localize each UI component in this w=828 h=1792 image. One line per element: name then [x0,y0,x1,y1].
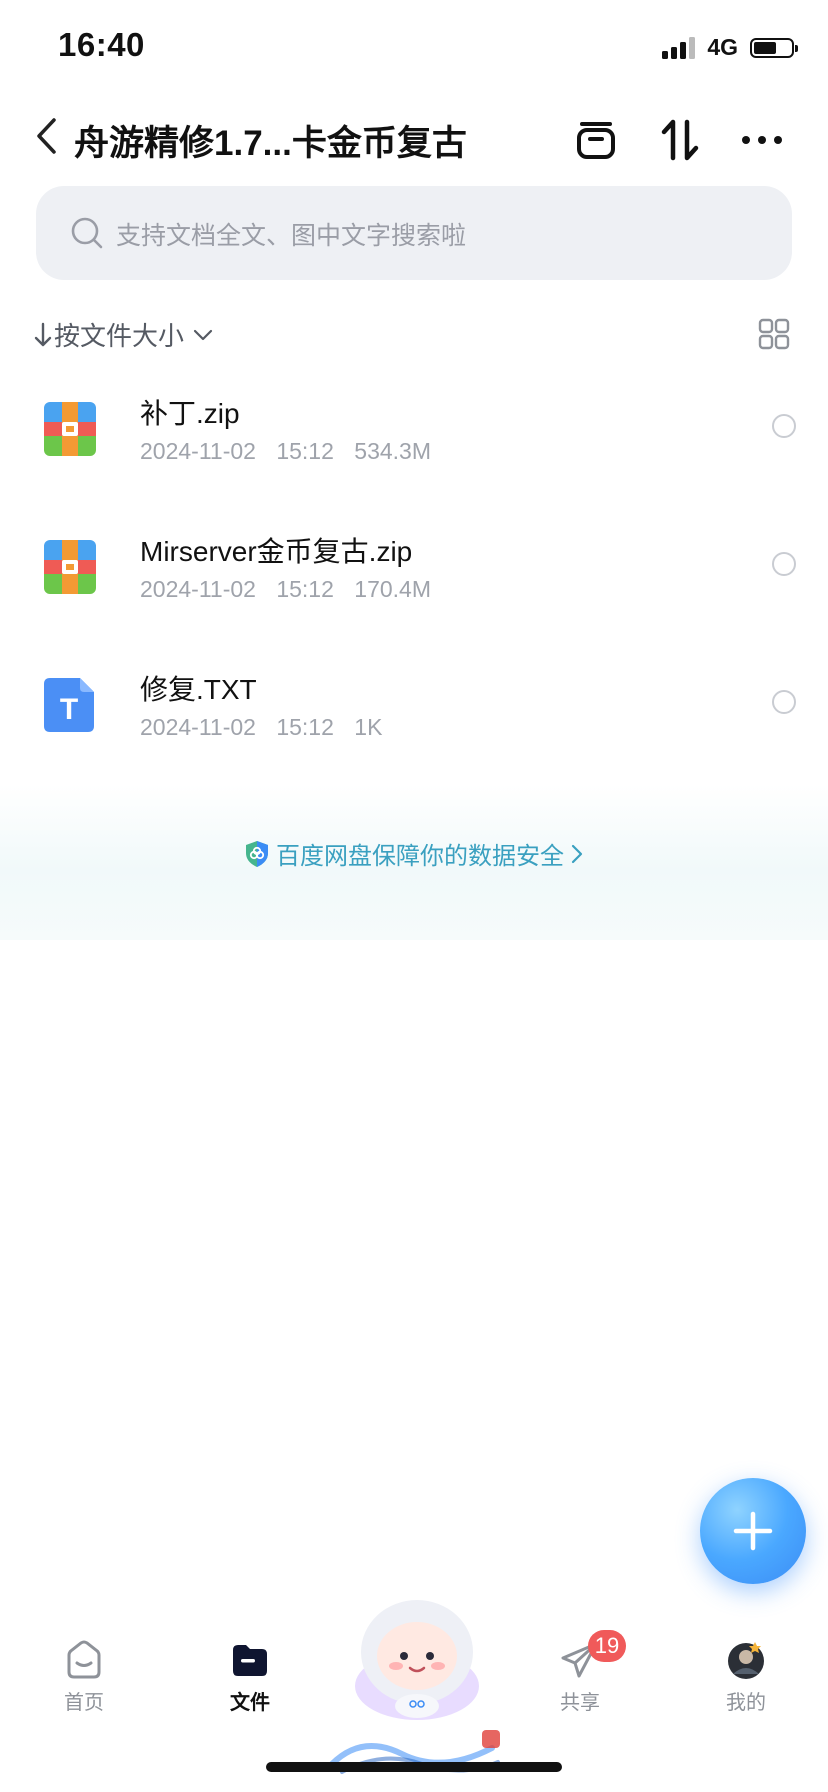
avatar [728,1642,764,1679]
sort-toggle-button[interactable] [654,114,706,166]
txt-glyph: T [60,693,78,726]
security-banner[interactable]: 百度网盘保障你的数据安全 [0,784,828,940]
file-size: 534.3M [354,438,431,464]
chevron-right-icon [571,844,583,863]
mascot-icon[interactable] [342,1594,492,1724]
file-name: 补丁.zip [140,398,240,429]
chevron-down-icon [193,329,213,340]
file-meta: 2024-11-02 15:12 170.4M [140,576,431,603]
tab-share[interactable]: 共享 19 [530,1630,630,1715]
select-radio[interactable] [772,690,796,714]
home-indicator [266,1762,562,1772]
select-radio[interactable] [772,414,796,438]
tab-label: 首页 [64,1692,104,1714]
sort-arrows-icon [661,119,699,161]
search-placeholder: 支持文档全文、图中文字搜索啦 [116,222,467,250]
file-row[interactable]: Mirserver金币复古.zip 2024-11-02 15:12 170.4… [0,508,828,646]
chevron-left-icon [37,118,56,154]
back-button[interactable] [24,110,68,162]
banner-text: 百度网盘保障你的数据安全 [276,843,564,870]
notification-badge: 19 [588,1630,626,1662]
folder-icon [233,1645,267,1676]
file-date: 2024-11-02 15:12 [140,438,334,464]
more-dots-icon [742,136,782,144]
battery-icon [750,37,798,58]
search-input[interactable]: 支持文档全文、图中文字搜索啦 [36,186,792,280]
tab-files[interactable]: 文件 [200,1640,300,1715]
file-row[interactable]: 补丁.zip 2024-11-02 15:12 534.3M [0,370,828,508]
file-meta: 2024-11-02 15:12 1K [140,714,382,741]
file-row[interactable]: T 修复.TXT 2024-11-02 15:12 1K [0,646,828,784]
plus-icon [733,1511,773,1551]
file-date: 2024-11-02 15:12 [140,714,334,740]
zip-icon [44,402,96,456]
add-button[interactable] [700,1478,806,1584]
file-meta: 2024-11-02 15:12 534.3M [140,438,431,465]
page-title: 舟游精修1.7...卡金币复古 [74,124,467,163]
watermark-logo [329,1730,500,1774]
file-name: Mirserver金币复古.zip [140,536,413,567]
select-radio[interactable] [772,552,796,576]
txt-icon: T [44,678,94,732]
grid-icon [758,318,790,350]
transfer-list-button[interactable] [570,114,622,166]
file-date: 2024-11-02 15:12 [140,576,334,602]
zip-icon [44,540,96,594]
tab-profile[interactable]: 我的 [696,1640,796,1715]
tab-label: 共享 [560,1692,600,1714]
status-indicators: 4G [662,34,798,61]
sort-label: 按文件大小 [54,321,185,351]
status-time: 16:40 [58,26,145,63]
grid-view-toggle[interactable] [758,318,790,350]
tab-label: 我的 [726,1692,766,1714]
shield-icon [246,840,268,867]
tab-home[interactable]: 首页 [34,1640,134,1715]
more-button[interactable] [736,114,788,166]
sort-dropdown[interactable]: 按文件大小 [34,316,214,353]
transfer-box-icon [577,122,615,159]
signal-icon [662,36,696,59]
network-type: 4G [707,34,738,60]
tab-label: 文件 [230,1692,270,1714]
file-size: 170.4M [354,576,431,602]
file-size: 1K [354,714,383,740]
file-name: 修复.TXT [140,674,257,705]
search-icon [71,217,103,249]
home-icon [67,1640,101,1679]
arrow-down-icon [34,322,52,346]
